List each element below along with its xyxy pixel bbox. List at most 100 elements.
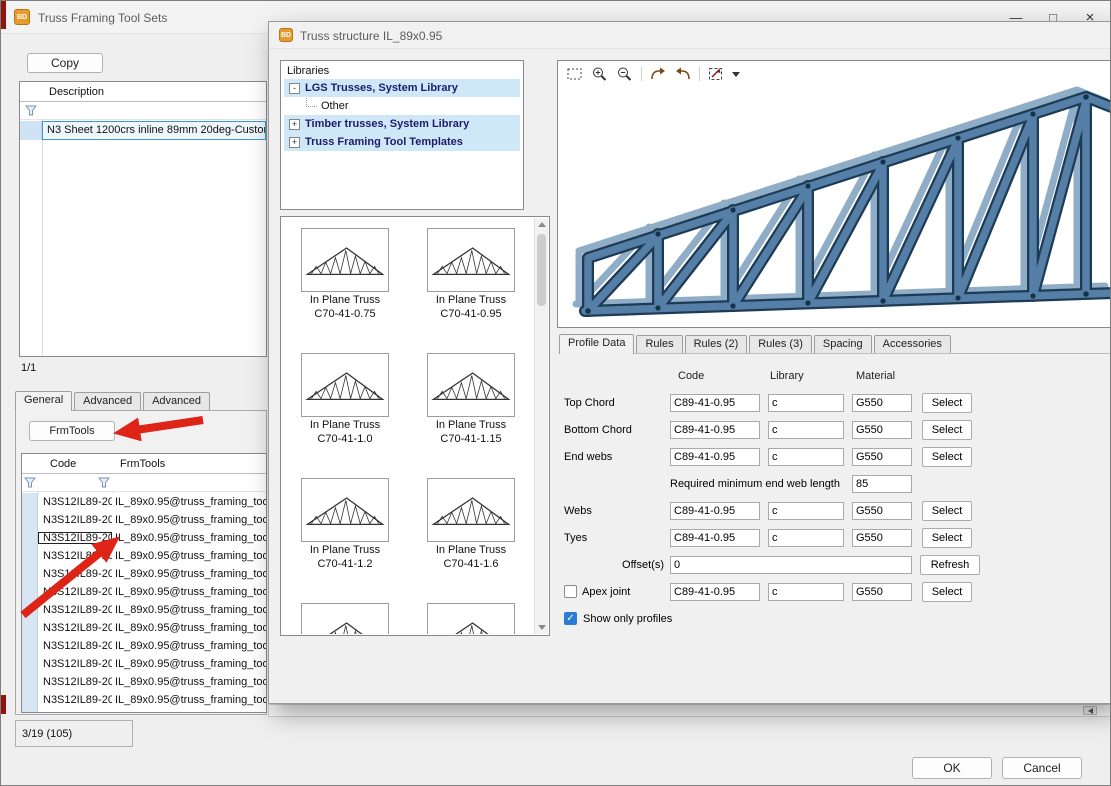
gallery-item[interactable]: In Plane Truss C70-41-1.2 (285, 478, 405, 603)
library-input[interactable] (768, 502, 844, 520)
code-input[interactable] (670, 394, 760, 412)
profile-tab[interactable]: Rules (3) (749, 335, 812, 353)
tools-row-frmtools: IL_89x0.95@truss_framing_too (112, 532, 266, 544)
tools-table-row[interactable]: N3S12IL89-20 IL_89x0.95@truss_framing_to… (22, 601, 266, 619)
offset-input[interactable] (670, 556, 912, 574)
frmtools-button[interactable]: FrmTools (29, 421, 115, 441)
scroll-down-icon[interactable] (538, 625, 546, 630)
gallery-item[interactable]: In Plane Truss C70-41-1.6 (411, 478, 531, 603)
tools-table-row[interactable]: N3S12IL89-20 IL_89x0.95@truss_framing_to… (22, 583, 266, 601)
profile-tab[interactable]: Rules (636, 335, 682, 353)
show-only-profiles-checkbox[interactable] (564, 612, 577, 625)
profile-tab[interactable]: Profile Data (559, 334, 634, 354)
code-input[interactable] (670, 502, 760, 520)
select-button[interactable]: Select (922, 393, 972, 413)
tools-table-row[interactable]: N3S12IL89-20 IL_89x0.95@truss_framing_to… (22, 655, 266, 673)
cancel-button[interactable]: Cancel (1002, 757, 1082, 779)
dialog-titlebar[interactable]: BD Truss structure IL_89x0.95 (269, 22, 1111, 49)
filter-funnel-icon[interactable] (25, 105, 37, 116)
tools-table-row[interactable]: N3S12IL89-20 IL_89x0.95@truss_framing_to… (22, 637, 266, 655)
tools-table-row[interactable]: N3S12IL89-20 IL_89x0.95@truss_framing_to… (22, 565, 266, 583)
frmtools-header-label[interactable]: FrmTools (112, 458, 165, 470)
description-row-selected[interactable]: N3 Sheet 1200crs inline 89mm 20deg-Custo… (20, 121, 266, 140)
library-input[interactable] (768, 529, 844, 547)
truss-3d-viewport[interactable] (557, 60, 1111, 328)
tools-table-row[interactable]: N3S12IL89-20 IL_89x0.95@truss_framing_to… (22, 547, 266, 565)
libraries-tree[interactable]: Libraries - LGS Trusses, System Library … (280, 60, 524, 210)
zoom-window-icon[interactable] (566, 66, 584, 82)
library-input[interactable] (768, 394, 844, 412)
scrollbar-arrow-button[interactable] (1083, 706, 1097, 715)
expand-icon[interactable]: + (289, 137, 300, 148)
zoom-in-icon[interactable] (591, 66, 609, 82)
scrollbar-thumb[interactable] (537, 234, 546, 306)
select-button[interactable]: Select (922, 582, 972, 602)
library-input[interactable] (768, 583, 844, 601)
description-table[interactable]: Description N3 Sheet 1200crs inline 89mm… (19, 81, 267, 357)
code-input[interactable] (670, 583, 760, 601)
material-input[interactable] (852, 394, 912, 412)
select-button[interactable]: Select (922, 420, 972, 440)
main-tab[interactable]: Advanced (143, 392, 210, 410)
code-header-label[interactable]: Code (22, 458, 112, 470)
gallery-item[interactable] (285, 603, 405, 634)
material-input[interactable] (852, 421, 912, 439)
gallery-item[interactable]: In Plane Truss C70-41-0.75 (285, 228, 405, 353)
material-input[interactable] (852, 448, 912, 466)
material-input[interactable] (852, 529, 912, 547)
profile-tab[interactable]: Rules (2) (685, 335, 748, 353)
tools-table-row[interactable]: N3S12IL89-20 IL_89x0.95@truss_framing_to… (22, 673, 266, 691)
main-tab[interactable]: Advanced (74, 392, 141, 410)
previous-view-icon[interactable] (674, 66, 692, 82)
tools-table-row[interactable]: N3S12IL89-20 IL_89x0.95@truss_framing_to… (22, 511, 266, 529)
code-input[interactable] (670, 448, 760, 466)
frmtools-table[interactable]: Code FrmTools N3S12IL89-20 IL_89x0.95@tr… (21, 453, 267, 713)
tools-table-row[interactable]: N3S12IL89-20 IL_89x0.95@truss_framing_to… (22, 691, 266, 709)
min-end-web-input[interactable] (852, 475, 912, 493)
scroll-up-icon[interactable] (538, 222, 546, 227)
description-filter-row[interactable] (20, 102, 266, 120)
refresh-button[interactable]: Refresh (920, 555, 980, 575)
code-input[interactable] (670, 421, 760, 439)
filter-funnel-icon[interactable] (98, 477, 110, 488)
gallery-item[interactable] (411, 603, 531, 634)
ok-button[interactable]: OK (912, 757, 992, 779)
truss-3d-render (558, 61, 1111, 328)
tree-item-lgs-trusses[interactable]: - LGS Trusses, System Library (284, 79, 520, 97)
tree-item-timber-trusses[interactable]: + Timber trusses, System Library (284, 115, 520, 133)
select-button[interactable]: Select (922, 501, 972, 521)
apex-joint-checkbox[interactable] (564, 585, 577, 598)
horizontal-scrollbar[interactable] (268, 704, 1111, 717)
main-tab[interactable]: General (15, 391, 72, 411)
frmtools-filter-row[interactable] (22, 474, 266, 492)
copy-button[interactable]: Copy (27, 53, 103, 73)
tools-table-row[interactable]: N3S12IL89-20 IL_89x0.95@truss_framing_to… (22, 709, 266, 713)
tools-table-row[interactable]: N3S12IL89-20 IL_89x0.95@truss_framing_to… (22, 619, 266, 637)
tree-item-truss-templates[interactable]: + Truss Framing Tool Templates (284, 133, 520, 151)
code-input[interactable] (670, 529, 760, 547)
expand-icon[interactable]: + (289, 119, 300, 130)
tools-table-row[interactable]: N3S12IL89-20 IL_89x0.95@truss_framing_to… (22, 493, 266, 511)
tools-table-row[interactable]: N3S12IL89-20 IL_89x0.95@truss_framing_to… (22, 529, 266, 547)
select-button[interactable]: Select (922, 447, 972, 467)
tree-item-other[interactable]: Other (284, 97, 520, 115)
gallery-scrollbar[interactable] (534, 218, 548, 634)
profile-tab[interactable]: Spacing (814, 335, 872, 353)
select-button[interactable]: Select (922, 528, 972, 548)
library-input[interactable] (768, 448, 844, 466)
profile-tab[interactable]: Accessories (874, 335, 951, 353)
material-input[interactable] (852, 583, 912, 601)
zoom-extents-icon[interactable] (707, 66, 725, 82)
next-view-icon[interactable] (649, 66, 667, 82)
zoom-out-icon[interactable] (616, 66, 634, 82)
gallery-item[interactable]: In Plane Truss C70-41-0.95 (411, 228, 531, 353)
collapse-icon[interactable]: - (289, 83, 300, 94)
material-input[interactable] (852, 502, 912, 520)
chevron-down-icon[interactable] (732, 72, 740, 77)
filter-funnel-icon[interactable] (24, 477, 36, 488)
description-table-header[interactable]: Description (20, 82, 266, 102)
frmtools-table-header[interactable]: Code FrmTools (22, 454, 266, 474)
gallery-item[interactable]: In Plane Truss C70-41-1.0 (285, 353, 405, 478)
gallery-item[interactable]: In Plane Truss C70-41-1.15 (411, 353, 531, 478)
library-input[interactable] (768, 421, 844, 439)
